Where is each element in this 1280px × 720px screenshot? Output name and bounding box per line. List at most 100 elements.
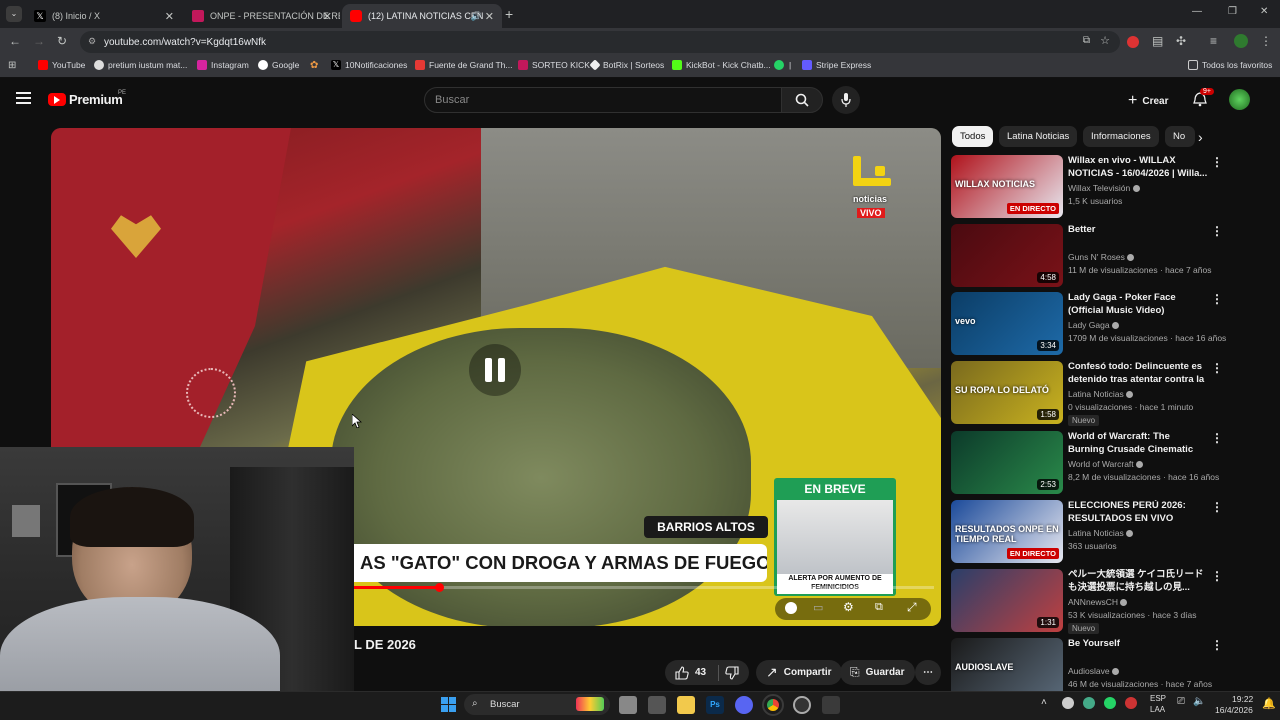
recommended-video[interactable]: 4:58 Better Guns N' Roses 11 M de visualiz… — [951, 224, 1271, 288]
video-thumbnail[interactable]: WILLAX NOTICIAS EN DIRECTO — [951, 155, 1063, 218]
bookmark-star-icon[interactable]: ☆ — [1100, 34, 1110, 47]
bookmark-item[interactable]: KickBot - Kick Chatb... — [672, 60, 771, 70]
tray-icon[interactable] — [1125, 697, 1137, 709]
bookmark-item[interactable]: Google — [258, 60, 299, 70]
video-title[interactable]: Confesó todo: Delincuente es detenido tr… — [1068, 361, 1208, 387]
recommended-video[interactable]: vevo 3:34 Lady Gaga - Poker Face (Official… — [951, 292, 1271, 356]
bookmark-item[interactable]: Stripe Express — [802, 60, 871, 70]
subtitles-icon[interactable]: ▭ — [813, 601, 823, 614]
extension-icon[interactable]: ▤ — [1152, 34, 1163, 48]
channel-name[interactable]: Latina Noticias — [1068, 528, 1134, 538]
channel-name[interactable]: ANNnewsCH — [1068, 597, 1128, 607]
calculator-icon[interactable] — [822, 696, 840, 714]
close-icon[interactable]: ✕ — [165, 10, 174, 23]
recommended-video[interactable]: WILLAX NOTICIAS EN DIRECTO Willax en vivo … — [951, 155, 1271, 219]
taskbar-search[interactable]: ⌕ Buscar — [464, 694, 610, 715]
all-bookmarks-folder[interactable]: Todos los favoritos — [1188, 60, 1272, 70]
clock-date[interactable]: 16/4/2026 — [1215, 705, 1253, 715]
progress-bar[interactable] — [354, 583, 934, 592]
restore-button[interactable]: ❐ — [1228, 6, 1237, 17]
search-button[interactable] — [781, 87, 823, 113]
settings-icon[interactable]: ⚙ — [843, 600, 854, 614]
autoplay-toggle[interactable] — [785, 602, 797, 614]
video-thumbnail[interactable]: 1:31 — [951, 569, 1063, 632]
chip-latina-noticias[interactable]: Latina Noticias — [999, 126, 1078, 147]
app-icon[interactable] — [793, 696, 811, 714]
tab-x[interactable]: 𝕏 (8) Inicio / X ✕ — [26, 4, 182, 28]
video-thumbnail[interactable]: SU ROPA LO DELATÓ 1:58 — [951, 361, 1063, 424]
more-options-icon[interactable]: ⋮ — [1211, 224, 1223, 238]
miniplayer-icon[interactable]: ⧉ — [875, 601, 883, 614]
task-view-icon[interactable] — [619, 696, 637, 714]
search-input[interactable]: Buscar — [424, 87, 782, 113]
recommended-video[interactable]: SU ROPA LO DELATÓ 1:58 Confesó todo: Delin… — [951, 361, 1271, 426]
like-button[interactable]: 43 — [665, 660, 750, 685]
windows-start-icon[interactable] — [441, 697, 456, 712]
video-title[interactable]: Willax en vivo - WILLAX NOTICIAS - 16/04… — [1068, 155, 1208, 180]
chevron-up-icon[interactable]: ˄ — [1041, 697, 1047, 708]
whatsapp-icon[interactable] — [774, 60, 784, 70]
video-title[interactable]: Lady Gaga - Poker Face (Official Music V… — [1068, 292, 1208, 317]
bookmark-item[interactable]: 𝕏 10Notificaciones — [331, 60, 407, 70]
address-bar[interactable]: ⚙ youtube.com/watch?v=Kgdqt16wNfk ⧉ ☆ — [80, 31, 1120, 53]
video-thumbnail[interactable]: RESULTADOS ONPE EN TIEMPO REAL EN DIRECTO — [951, 500, 1063, 563]
bookmark-item[interactable]: BotRix | Sorteos — [589, 59, 664, 71]
site-info-icon[interactable]: ⚙ — [88, 36, 96, 47]
account-avatar[interactable] — [1229, 89, 1250, 110]
photoshop-icon[interactable]: Ps — [706, 696, 724, 714]
hamburger-menu-icon[interactable] — [16, 92, 31, 104]
progress-scrubber[interactable] — [435, 583, 444, 592]
tab-search-button[interactable]: ⌄ — [6, 6, 22, 22]
more-options-icon[interactable]: ⋮ — [1211, 361, 1223, 375]
puzzle-icon[interactable]: ✣ — [1176, 34, 1186, 48]
chip-informaciones[interactable]: Informaciones — [1083, 126, 1159, 147]
video-title[interactable]: World of Warcraft: The Burning Crusade C… — [1068, 431, 1208, 457]
extension-icon[interactable] — [1127, 36, 1139, 48]
more-options-icon[interactable]: ⋮ — [1211, 431, 1223, 445]
apps-icon[interactable]: ⊞ — [8, 60, 16, 71]
close-icon[interactable]: ✕ — [485, 10, 494, 23]
more-options-icon[interactable]: ⋮ — [1211, 292, 1223, 306]
channel-name[interactable]: World of Warcraft — [1068, 459, 1144, 469]
more-options-icon[interactable]: ⋮ — [1211, 155, 1223, 169]
chip-all[interactable]: Todos — [952, 126, 994, 147]
recommended-video[interactable]: 2:53 World of Warcraft: The Burning Crusa… — [951, 431, 1271, 495]
keyboard-layout[interactable]: LAA — [1150, 705, 1165, 714]
channel-name[interactable]: Guns N' Roses — [1068, 252, 1135, 262]
new-tab-button[interactable]: + — [505, 6, 513, 22]
bookmark-item[interactable]: YouTube — [38, 60, 85, 70]
chevron-right-icon[interactable]: › — [1198, 129, 1203, 145]
more-actions-button[interactable]: ⋯ — [915, 660, 941, 685]
tab-youtube[interactable]: (12) LATINA NOTICIAS CEN 🔊 ✕ — [342, 4, 502, 28]
channel-name[interactable]: Audioslave — [1068, 666, 1119, 676]
audio-icon[interactable]: 🔊 — [471, 11, 482, 22]
bookmark-item[interactable]: pretium iustum mat... — [94, 60, 187, 70]
whatsapp-icon[interactable] — [1104, 697, 1116, 709]
file-explorer-icon[interactable] — [677, 696, 695, 714]
forward-icon[interactable]: → — [33, 34, 45, 48]
minimize-button[interactable]: — — [1192, 6, 1202, 17]
bookmark-item[interactable]: SORTEO KICK — [518, 60, 590, 70]
channel-name[interactable]: Willax Televisión — [1068, 183, 1140, 193]
video-thumbnail[interactable]: 4:58 — [951, 224, 1063, 287]
tab-onpe[interactable]: ONPE - PRESENTACIÓN DE RES ✕ — [184, 4, 340, 28]
flower-icon[interactable]: ✿ — [310, 60, 318, 71]
youtube-premium-logo[interactable]: Premium — [48, 92, 123, 107]
bookmark-item[interactable]: Fuente de Grand Th... — [415, 60, 512, 70]
more-options-icon[interactable]: ⋮ — [1211, 638, 1223, 652]
install-icon[interactable]: ⧉ — [1083, 35, 1090, 46]
reload-icon[interactable]: ↻ — [57, 34, 67, 48]
more-options-icon[interactable]: ⋮ — [1211, 569, 1223, 583]
chip-no[interactable]: No — [1165, 126, 1195, 147]
close-icon[interactable]: ✕ — [323, 10, 332, 23]
close-window-button[interactable]: ✕ — [1260, 6, 1268, 17]
tray-icon[interactable] — [1062, 697, 1074, 709]
app-icon[interactable] — [648, 696, 666, 714]
video-title[interactable]: Be Yourself — [1068, 638, 1208, 651]
more-options-icon[interactable]: ⋮ — [1211, 500, 1223, 514]
video-title[interactable]: ペルー大統領選 ケイコ氏リードも決選投票に持ち越しの見... — [1068, 569, 1208, 594]
video-thumbnail[interactable]: vevo 3:34 — [951, 292, 1063, 355]
channel-name[interactable]: Latina Noticias — [1068, 389, 1134, 399]
profile-avatar[interactable] — [1234, 34, 1248, 48]
fullscreen-icon[interactable]: ⤢ — [907, 600, 917, 615]
